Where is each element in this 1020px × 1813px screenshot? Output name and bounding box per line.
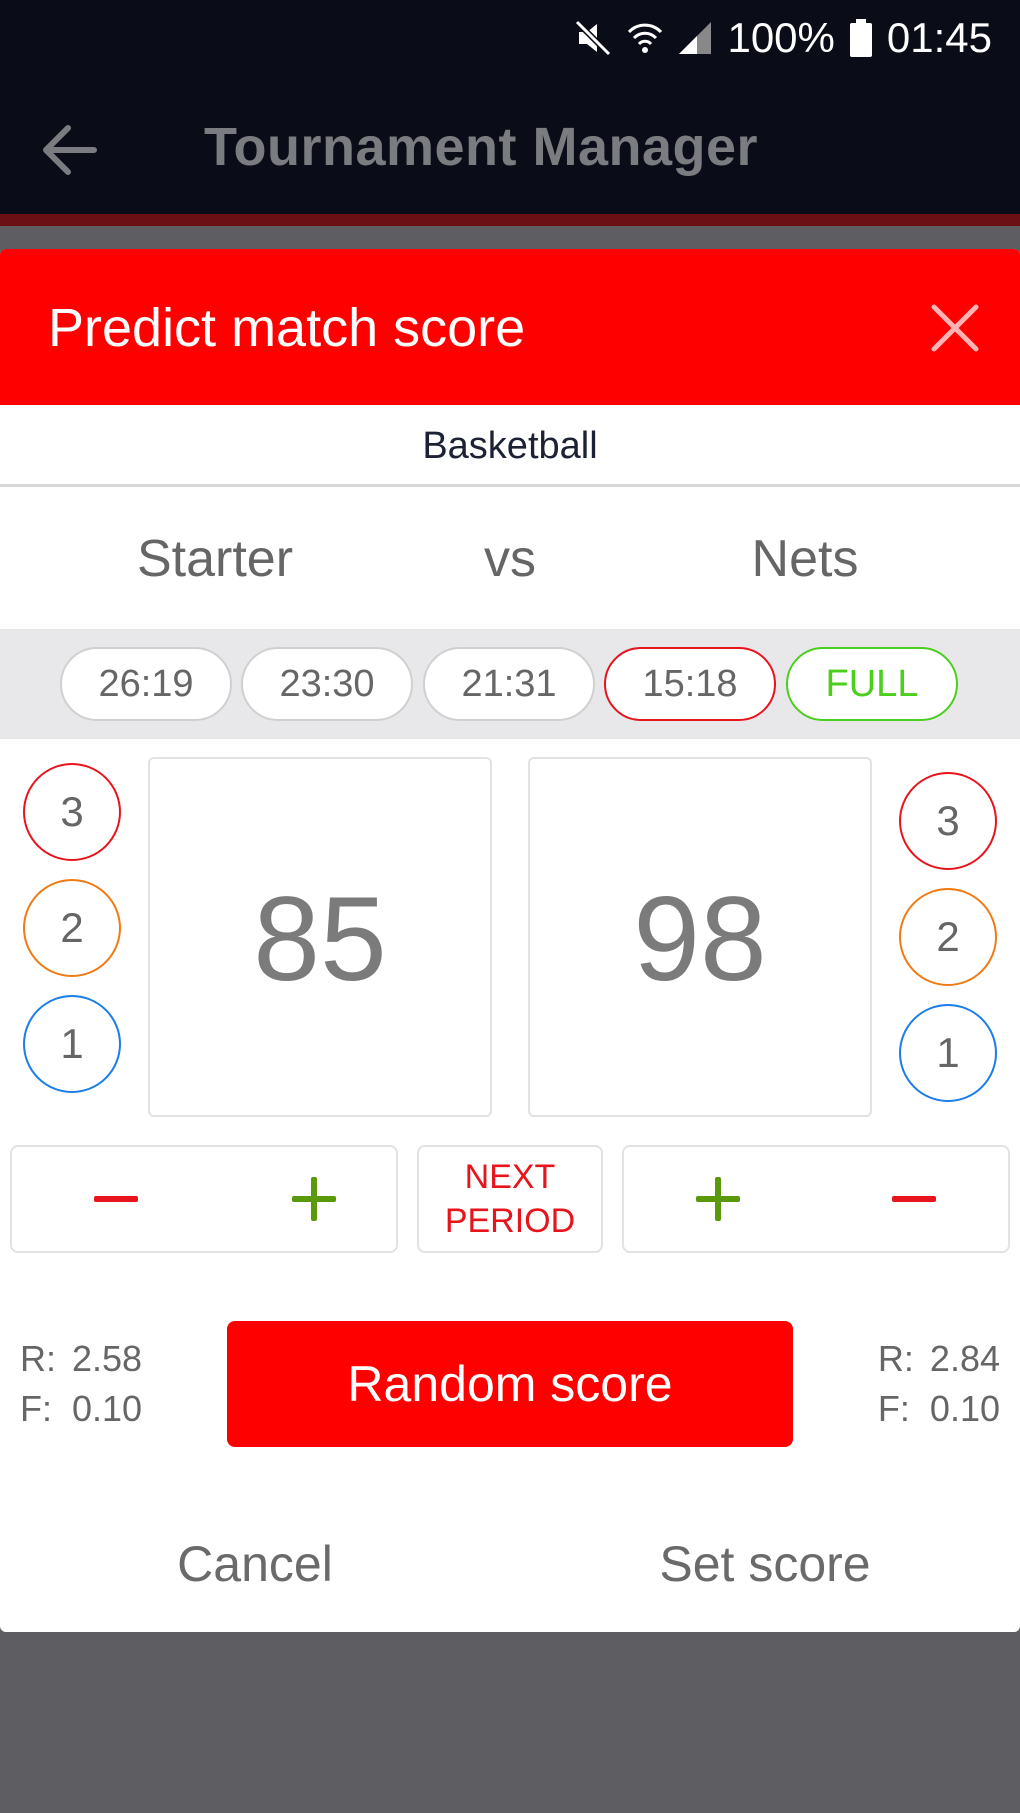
away-add-1-button[interactable]: 1 (899, 1004, 997, 1102)
battery-icon (849, 18, 873, 58)
home-r-value: 2.58 (72, 1338, 143, 1379)
away-add-3-button[interactable]: 3 (899, 772, 997, 870)
vs-label: vs (484, 530, 536, 588)
home-score[interactable]: 85 (148, 757, 492, 1117)
period-chip-full[interactable]: FULL (786, 647, 958, 721)
home-add-1-button[interactable]: 1 (23, 995, 121, 1093)
away-r-label: R: (877, 1338, 914, 1379)
home-f-label: F: (20, 1388, 52, 1429)
next-period-line1: NEXT (464, 1158, 556, 1196)
sport-label: Basketball (0, 405, 1020, 487)
periods-row: 26:19 23:30 21:31 15:18 FULL (0, 629, 1020, 739)
next-period-label: NEXT PERIOD (445, 1155, 575, 1243)
status-bar: 100% 01:45 (0, 0, 1020, 76)
home-team-name: Starter (136, 530, 294, 588)
home-controls (10, 1145, 398, 1253)
home-r-label: R: (20, 1338, 56, 1379)
period-chip-3[interactable]: 21:31 (423, 647, 595, 721)
period-chip-4[interactable]: 15:18 (604, 647, 776, 721)
home-minus-button[interactable] (56, 1147, 176, 1251)
predict-score-dialog: Predict match score Basketball Starter v… (0, 249, 1020, 1632)
set-score-button[interactable]: Set score (620, 1524, 910, 1604)
home-plus-button[interactable] (254, 1147, 374, 1251)
signal-icon (677, 20, 713, 56)
random-score-button[interactable]: Random score (227, 1321, 793, 1447)
period-chip-1[interactable]: 26:19 (60, 647, 232, 721)
home-f-value: 0.10 (72, 1388, 143, 1429)
mute-icon (573, 18, 613, 58)
next-period-line2: PERIOD (444, 1202, 576, 1240)
away-add-2-button[interactable]: 2 (899, 888, 997, 986)
dialog-title: Predict match score (48, 298, 526, 358)
wifi-icon (627, 18, 663, 58)
app-bar-divider (0, 214, 1020, 226)
period-chip-2[interactable]: 23:30 (241, 647, 413, 721)
app-bar: Tournament Manager (0, 76, 1020, 216)
next-period-button[interactable]: NEXT PERIOD (417, 1145, 603, 1253)
away-score[interactable]: 98 (528, 757, 872, 1117)
away-f-label: F: (877, 1388, 910, 1429)
app-title: Tournament Manager (204, 117, 759, 177)
status-icons: 100% 01:45 (573, 0, 992, 76)
teams-row: Starter vs Nets (0, 489, 1020, 629)
home-stats: R: 2.58 F: 0.10 (20, 1334, 142, 1434)
away-stats: R: 2.84 F: 0.10 (878, 1334, 1000, 1434)
close-icon[interactable] (930, 303, 980, 353)
away-minus-button[interactable] (854, 1147, 974, 1251)
home-add-3-button[interactable]: 3 (23, 763, 121, 861)
away-team-name: Nets (751, 530, 859, 588)
away-f-value: 0.10 (929, 1388, 1000, 1429)
away-controls (622, 1145, 1010, 1253)
away-r-value: 2.84 (929, 1338, 1000, 1379)
clock: 01:45 (886, 14, 992, 61)
arrow-left-icon[interactable] (40, 122, 100, 178)
away-plus-button[interactable] (658, 1147, 778, 1251)
battery-text: 100% (727, 14, 835, 61)
dialog-header: Predict match score (0, 249, 1020, 405)
home-add-2-button[interactable]: 2 (23, 879, 121, 977)
cancel-button[interactable]: Cancel (110, 1524, 400, 1604)
